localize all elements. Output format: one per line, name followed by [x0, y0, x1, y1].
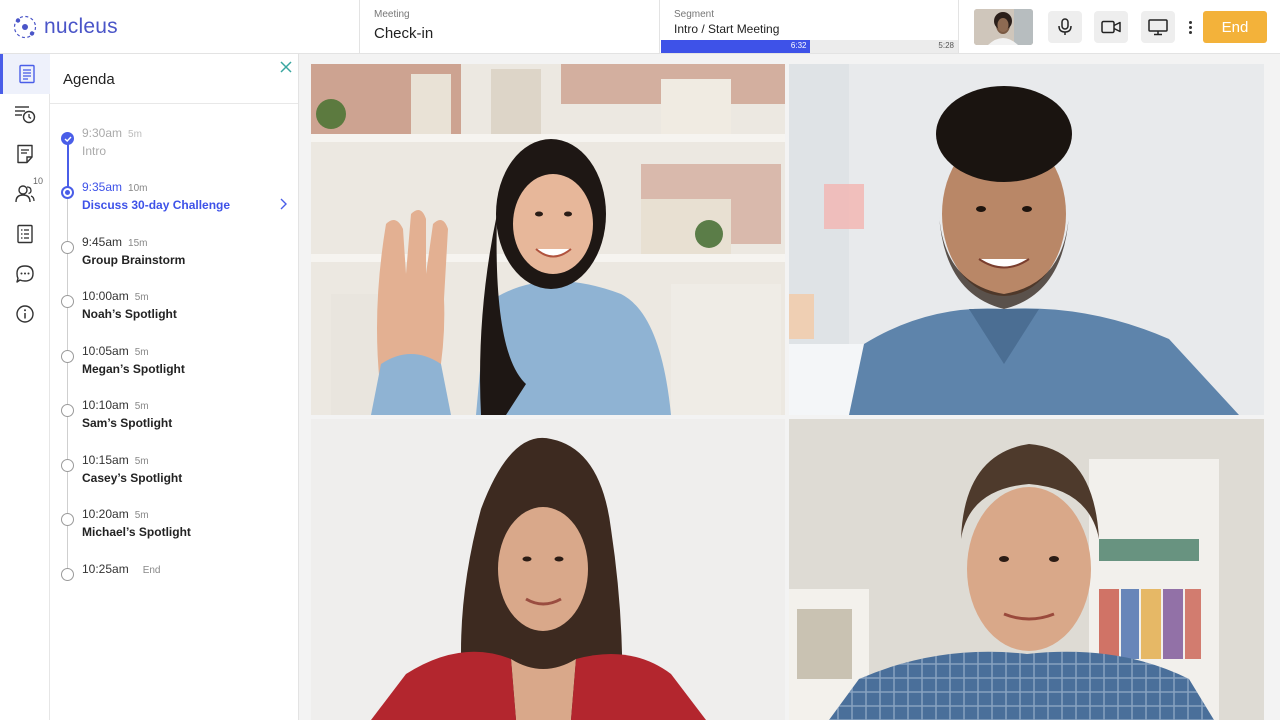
agenda-item-time: 10:00am 5m — [82, 289, 149, 303]
upcoming-item-indicator-icon — [61, 459, 74, 472]
agenda-item-title: Sam’s Spotlight — [82, 416, 173, 430]
participant-video-feed — [789, 64, 1264, 415]
agenda-item-time: 10:05am 5m — [82, 344, 149, 358]
meeting-name: Check-in — [374, 25, 434, 42]
agenda-item-end[interactable]: 10:25am End — [50, 552, 299, 602]
rail-info-button[interactable] — [0, 294, 50, 334]
checklist-icon — [17, 224, 33, 244]
agenda-icon — [18, 64, 35, 84]
participant-video-tile[interactable] — [789, 64, 1264, 415]
self-view-thumbnail[interactable] — [974, 9, 1033, 45]
video-grid — [299, 54, 1280, 720]
notes-icon — [17, 144, 33, 164]
video-camera-icon — [1101, 20, 1121, 34]
upcoming-item-indicator-icon — [61, 350, 74, 363]
self-view-avatar-icon — [974, 9, 1033, 45]
rail-chat-button[interactable] — [0, 254, 50, 294]
agenda-item-time: 10:25am End — [82, 562, 161, 576]
agenda-item-title: Megan’s Spotlight — [82, 362, 185, 376]
rail-participants-button[interactable]: 10 — [0, 174, 50, 214]
rail-checklist-button[interactable] — [0, 214, 50, 254]
participants-icon — [15, 185, 35, 203]
agenda-item-time: 10:15am 5m — [82, 453, 149, 467]
monitor-icon — [1148, 18, 1168, 35]
rail-notes-button[interactable] — [0, 134, 50, 174]
agenda-header: Agenda — [50, 54, 298, 104]
end-meeting-button[interactable]: End — [1203, 11, 1267, 43]
segment-remaining-time: 5:28 — [938, 41, 954, 50]
microphone-icon — [1058, 18, 1072, 35]
agenda-item-intro[interactable]: 9:30am 5m Intro — [50, 116, 299, 166]
agenda-item-time: 10:20am 5m — [82, 507, 149, 521]
agenda-item-time: 10:10am 5m — [82, 398, 149, 412]
agenda-item-michael-spotlight[interactable]: 10:20am 5m Michael’s Spotlight — [50, 497, 299, 547]
participant-video-tile[interactable] — [311, 419, 785, 720]
agenda-item-megan-spotlight[interactable]: 10:05am 5m Megan’s Spotlight — [50, 334, 299, 384]
info-icon — [16, 305, 34, 323]
meeting-label: Meeting — [374, 9, 410, 20]
segment-progress-fill: 6:32 — [661, 40, 810, 53]
segment-progress-bar: 6:32 5:28 — [661, 40, 958, 53]
agenda-item-casey-spotlight[interactable]: 10:15am 5m Casey’s Spotlight — [50, 443, 299, 493]
agenda-panel: Agenda 9:30am 5m Intro 9:35am 10m Discuss … — [50, 54, 299, 720]
more-options-icon[interactable] — [1182, 15, 1198, 39]
screen-share-button[interactable] — [1141, 11, 1175, 43]
agenda-item-noah-spotlight[interactable]: 10:00am 5m Noah’s Spotlight — [50, 279, 299, 329]
agenda-item-time: 9:35am 10m — [82, 180, 148, 194]
upcoming-item-indicator-icon — [61, 568, 74, 581]
history-icon — [15, 106, 36, 124]
participants-count-badge: 10 — [33, 176, 44, 186]
upcoming-item-indicator-icon — [61, 295, 74, 308]
nucleus-logo[interactable]: nucleus — [12, 13, 118, 41]
rail-agenda-button[interactable] — [0, 54, 50, 94]
agenda-item-title: Noah’s Spotlight — [82, 307, 177, 321]
participant-video-feed — [311, 419, 785, 720]
rail-history-button[interactable] — [0, 94, 50, 134]
upcoming-item-indicator-icon — [61, 404, 74, 417]
close-icon[interactable] — [278, 59, 294, 75]
agenda-item-sam-spotlight[interactable]: 10:10am 5m Sam’s Spotlight — [50, 388, 299, 438]
agenda-item-discuss-challenge[interactable]: 9:35am 10m Discuss 30-day Challenge — [50, 170, 299, 220]
left-icon-rail: 10 — [0, 54, 50, 720]
participant-video-tile[interactable] — [311, 64, 785, 415]
segment-label: Segment — [674, 9, 715, 20]
agenda-item-title: Casey’s Spotlight — [82, 471, 183, 485]
participant-video-tile[interactable] — [789, 419, 1264, 720]
agenda-item-title: Discuss 30-day Challenge — [82, 198, 231, 212]
segment-info[interactable]: Segment Intro / Start Meeting 6:32 5:28 — [659, 0, 959, 53]
agenda-item-group-brainstorm[interactable]: 9:45am 15m Group Brainstorm — [50, 225, 299, 275]
top-bar: nucleus Meeting Check-in Segment Intro /… — [0, 0, 1280, 54]
agenda-title: Agenda — [63, 71, 115, 88]
participant-video-feed — [311, 64, 785, 415]
current-item-indicator-icon — [61, 186, 74, 199]
completed-check-icon — [61, 132, 74, 145]
upcoming-item-indicator-icon — [61, 513, 74, 526]
agenda-item-title: Group Brainstorm — [82, 253, 186, 267]
agenda-item-time: 9:45am 15m — [82, 235, 148, 249]
meeting-info[interactable]: Meeting Check-in — [359, 0, 659, 53]
nucleus-logo-icon — [13, 15, 37, 39]
agenda-item-time: 9:30am 5m — [82, 126, 142, 140]
agenda-item-title: Michael’s Spotlight — [82, 525, 191, 539]
upcoming-item-indicator-icon — [61, 241, 74, 254]
chat-icon — [16, 265, 34, 283]
chevron-right-icon[interactable] — [278, 198, 288, 210]
segment-elapsed-time: 6:32 — [790, 41, 807, 50]
segment-name: Intro / Start Meeting — [674, 22, 780, 36]
agenda-item-title: Intro — [82, 144, 107, 158]
app-name: nucleus — [44, 15, 118, 38]
camera-button[interactable] — [1094, 11, 1128, 43]
participant-video-feed — [789, 419, 1264, 720]
microphone-button[interactable] — [1048, 11, 1082, 43]
